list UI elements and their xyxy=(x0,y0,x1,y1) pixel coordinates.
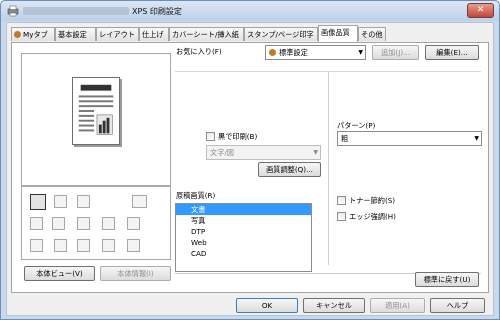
print-black-label: 黒で印刷(B) xyxy=(218,132,258,141)
person-icon xyxy=(14,31,21,38)
add-favorite-button[interactable]: 追加(J)... xyxy=(372,45,419,60)
restore-default-button[interactable]: 標準に戻す(U) xyxy=(415,272,479,287)
page-preview xyxy=(21,53,171,186)
list-item[interactable]: 写真 xyxy=(176,215,311,226)
dialog-client: Myタブ 基本設定 レイアウト 仕上げ カバーシート/挿入紙 スタンプ/ページ印… xyxy=(6,22,494,316)
trash-icon xyxy=(127,239,140,252)
tab-mytab[interactable]: Myタブ xyxy=(11,27,55,41)
chevron-down-icon: ▼ xyxy=(474,135,479,142)
punch-icon xyxy=(102,217,115,230)
staple-icon xyxy=(132,195,147,208)
cross-icon xyxy=(54,195,67,208)
toner-save-label: トナー節約(S) xyxy=(349,196,396,205)
tab-stamp[interactable]: スタンプ/ページ印字 xyxy=(244,27,318,41)
chevron-down-icon: ▼ xyxy=(313,149,318,156)
edit-favorite-button[interactable]: 編集(E)... xyxy=(425,45,479,60)
edge-enhance-checkbox[interactable] xyxy=(337,212,346,221)
printer-icon xyxy=(7,5,19,17)
print-tray-icon xyxy=(30,194,46,210)
close-icon: ✕ xyxy=(476,5,485,15)
pattern-select[interactable]: 粗 ▼ xyxy=(337,131,482,146)
print-black-checkbox[interactable] xyxy=(206,132,215,141)
help-button[interactable]: ヘルプ xyxy=(430,298,485,313)
pattern-label: パターン(P) xyxy=(337,121,376,130)
list-item[interactable]: CAD xyxy=(176,248,311,259)
device-options-panel xyxy=(21,186,171,260)
sort-icon xyxy=(52,217,65,230)
original-quality-list[interactable]: 文書 写真 DTP Web CAD xyxy=(175,203,312,272)
tab-basic[interactable]: 基本設定 xyxy=(55,27,96,41)
print-black-value: 文字/図 xyxy=(210,148,234,157)
tab-finishing[interactable]: 仕上げ xyxy=(139,27,169,41)
dialog-window: XPS 印刷設定 ✕ Myタブ 基本設定 レイアウト 仕上げ カバーシート/挿入… xyxy=(0,0,500,320)
close-button[interactable]: ✕ xyxy=(467,3,494,18)
pattern-value: 粗 xyxy=(341,134,349,143)
original-quality-label: 原稿画質(R) xyxy=(176,191,216,200)
list-item[interactable]: 文書 xyxy=(176,204,311,215)
duplex-icon xyxy=(54,239,67,252)
device-view-button[interactable]: 本体ビュー(V) xyxy=(24,266,95,281)
chevron-down-icon: ▼ xyxy=(358,49,363,56)
title-redacted xyxy=(23,7,129,15)
favorites-icon xyxy=(269,49,276,56)
output-icon xyxy=(102,239,115,252)
cancel-button[interactable]: キャンセル xyxy=(303,298,365,313)
tab-layout[interactable]: レイアウト xyxy=(96,27,139,41)
list-item[interactable]: Web xyxy=(176,237,311,248)
tab-cover-sheet[interactable]: カバーシート/挿入紙 xyxy=(169,27,244,41)
title-bar[interactable]: XPS 印刷設定 ✕ xyxy=(1,1,499,21)
window-title: XPS 印刷設定 xyxy=(132,7,182,16)
list-item[interactable]: DTP xyxy=(176,226,311,237)
tab-image-quality[interactable]: 画像品質 xyxy=(318,25,358,42)
booklet-icon xyxy=(77,239,90,252)
edge-enhance-label: エッジ強調(H) xyxy=(349,212,396,221)
tab-other[interactable]: その他 xyxy=(358,27,386,41)
apply-button[interactable]: 適用(A) xyxy=(370,298,425,313)
print-black-select[interactable]: 文字/図 ▼ xyxy=(206,145,321,160)
favorites-select[interactable]: 標準設定 ▼ xyxy=(265,45,366,60)
favorites-value: 標準設定 xyxy=(279,48,308,57)
stack-icon xyxy=(30,217,43,230)
device-info-button[interactable]: 本体情報(I) xyxy=(100,266,171,281)
tab-panel: 本体ビュー(V) 本体情報(I) お気に入り(F) 標準設定 ▼ 追加(J)...… xyxy=(11,42,489,293)
favorites-label: お気に入り(F) xyxy=(176,47,222,56)
quality-adjust-button[interactable]: 画質調整(Q)... xyxy=(258,162,321,177)
column-divider xyxy=(328,72,329,265)
ok-button[interactable]: OK xyxy=(236,298,298,313)
font-icon xyxy=(77,217,90,230)
copy-icon xyxy=(77,195,90,208)
document-preview-icon xyxy=(72,77,120,145)
tray-icon xyxy=(30,239,43,252)
toner-save-checkbox[interactable] xyxy=(337,196,346,205)
fold-icon xyxy=(127,217,140,230)
